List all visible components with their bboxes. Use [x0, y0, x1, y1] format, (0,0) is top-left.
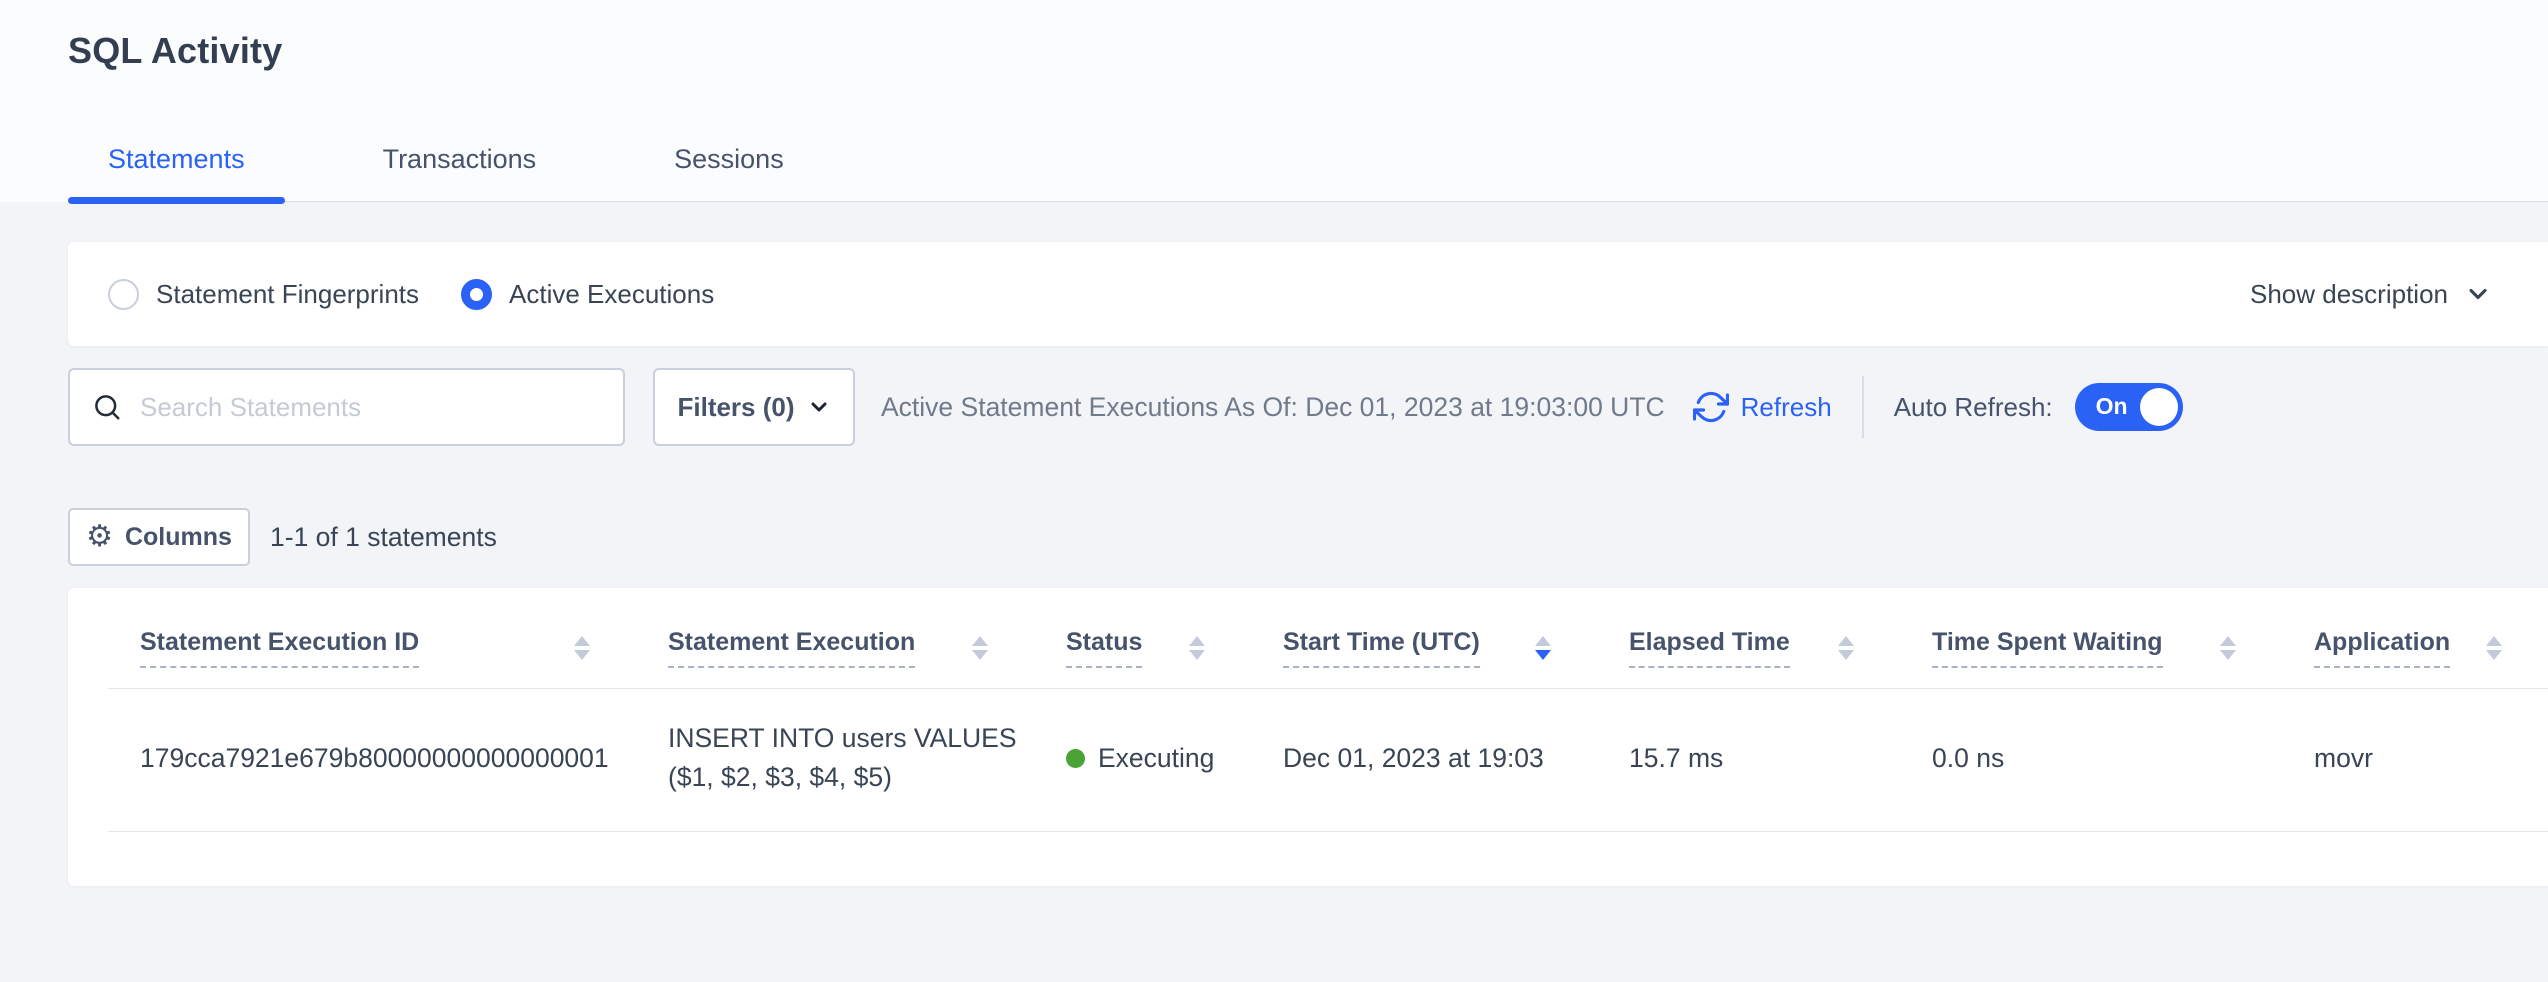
cell-application: movr [2282, 689, 2548, 832]
status-label: Executing [1098, 743, 1214, 774]
column-header-start-time[interactable]: Start Time (UTC) [1251, 588, 1597, 689]
cell-start-time: Dec 01, 2023 at 19:03 [1251, 689, 1597, 832]
show-description-toggle[interactable]: Show description [2250, 279, 2492, 310]
active-tab-underline [68, 197, 285, 204]
radio-active-executions[interactable]: Active Executions [461, 279, 714, 310]
status-executing-dot-icon [1066, 749, 1085, 768]
chevron-down-icon [807, 395, 831, 419]
column-header-application[interactable]: Application [2282, 588, 2548, 689]
view-mode-card: Statement Fingerprints Active Executions… [68, 242, 2548, 346]
auto-refresh-state: On [2096, 393, 2128, 420]
filters-button[interactable]: Filters (0) [653, 368, 855, 446]
refresh-button-label: Refresh [1741, 392, 1832, 423]
radio-statement-fingerprints[interactable]: Statement Fingerprints [108, 279, 419, 310]
cell-statement[interactable]: INSERT INTO users VALUES ($1, $2, $3, $4… [636, 689, 1034, 832]
column-header-statement-execution-id[interactable]: Statement Execution ID [108, 588, 636, 689]
columns-button-label: Columns [125, 523, 232, 552]
sort-icon[interactable] [2220, 636, 2236, 660]
sort-icon[interactable] [1189, 636, 1205, 660]
result-count: 1-1 of 1 statements [270, 522, 497, 553]
page-header: SQL Activity Statements Transactions Ses… [0, 0, 2548, 202]
tab-transactions-label: Transactions [383, 144, 537, 174]
show-description-label: Show description [2250, 279, 2448, 310]
search-input[interactable] [140, 392, 603, 423]
column-header-statement-execution[interactable]: Statement Execution [636, 588, 1034, 689]
sort-icon[interactable] [1838, 636, 1854, 660]
table-row: 179cca7921e679b80000000000000001 INSERT … [108, 689, 2548, 832]
radio-selected-icon[interactable] [461, 279, 492, 310]
search-icon [92, 392, 122, 422]
auto-refresh-toggle[interactable]: On [2075, 383, 2183, 431]
results-toolbar: ⚙ Columns 1-1 of 1 statements [68, 508, 2548, 566]
cell-execution-id: 179cca7921e679b80000000000000001 [108, 689, 636, 832]
toggle-knob [2140, 388, 2178, 426]
statements-table-card: Statement Execution ID Statement Executi… [68, 588, 2548, 886]
gear-icon: ⚙ [86, 522, 113, 552]
columns-button[interactable]: ⚙ Columns [68, 508, 250, 566]
radio-unselected-icon[interactable] [108, 279, 139, 310]
column-header-status[interactable]: Status [1034, 588, 1251, 689]
vertical-divider [1862, 376, 1864, 438]
refresh-button[interactable]: Refresh [1693, 389, 1832, 425]
table-header-row: Statement Execution ID Statement Executi… [108, 588, 2548, 689]
tab-statements[interactable]: Statements [68, 144, 285, 201]
statements-table: Statement Execution ID Statement Executi… [108, 588, 2548, 832]
statement-text[interactable]: INSERT INTO users VALUES ($1, $2, $3, $4… [668, 719, 1020, 797]
sort-icon[interactable] [972, 636, 988, 660]
sort-icon[interactable] [2486, 636, 2502, 660]
sort-icon[interactable] [574, 636, 590, 660]
page-title: SQL Activity [68, 30, 2548, 72]
as-of-timestamp: Active Statement Executions As Of: Dec 0… [881, 392, 1665, 423]
cell-status: Executing [1034, 689, 1251, 832]
auto-refresh-control: Auto Refresh: On [1894, 383, 2183, 431]
tab-statements-label: Statements [108, 144, 245, 174]
sort-icon-descending-active[interactable] [1535, 636, 1551, 660]
tab-sessions[interactable]: Sessions [634, 144, 824, 201]
tab-bar: Statements Transactions Sessions [68, 144, 2548, 202]
tab-sessions-label: Sessions [674, 144, 784, 174]
filters-button-label: Filters (0) [677, 392, 794, 423]
refresh-icon [1693, 389, 1729, 425]
column-header-time-spent-waiting[interactable]: Time Spent Waiting [1900, 588, 2282, 689]
radio-active-executions-label: Active Executions [509, 279, 714, 310]
cell-time-spent-waiting: 0.0 ns [1900, 689, 2282, 832]
view-mode-radio-group: Statement Fingerprints Active Executions [108, 279, 756, 310]
search-box[interactable] [68, 368, 625, 446]
tab-transactions[interactable]: Transactions [343, 144, 577, 201]
radio-statement-fingerprints-label: Statement Fingerprints [156, 279, 419, 310]
controls-row: Filters (0) Active Statement Executions … [68, 368, 2548, 446]
auto-refresh-label: Auto Refresh: [1894, 392, 2053, 423]
chevron-down-icon [2464, 280, 2492, 308]
page-content: Statement Fingerprints Active Executions… [0, 242, 2548, 886]
column-header-elapsed-time[interactable]: Elapsed Time [1597, 588, 1900, 689]
cell-elapsed-time: 15.7 ms [1597, 689, 1900, 832]
